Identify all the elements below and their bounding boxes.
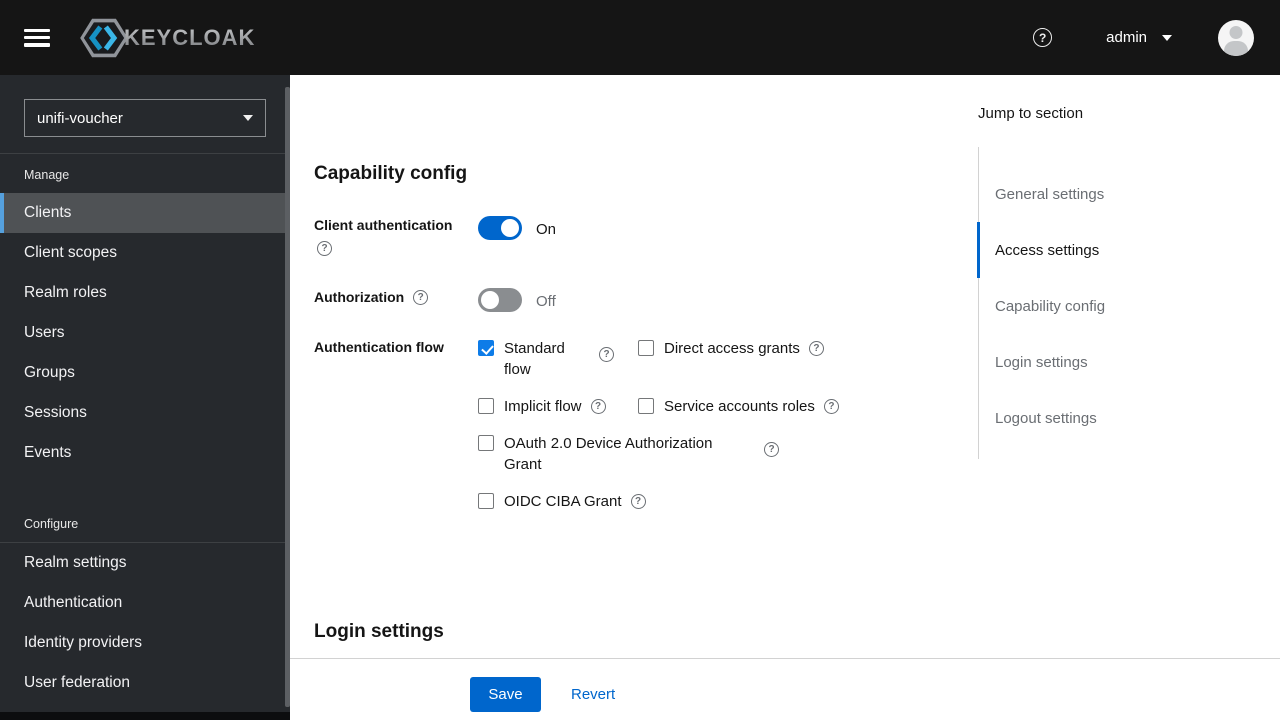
capability-config-heading: Capability config xyxy=(314,163,468,184)
help-icon[interactable]: ? xyxy=(1033,28,1053,47)
jump-item-access-settings[interactable]: Access settings xyxy=(977,222,1278,278)
client-authentication-state: On xyxy=(536,221,557,238)
oidc-ciba-grant-label[interactable]: OIDC CIBA Grant xyxy=(504,491,622,512)
client-authentication-help-icon[interactable]: ? xyxy=(317,241,332,256)
standard-flow-label[interactable]: Standard flow xyxy=(504,338,590,380)
service-accounts-roles-checkbox[interactable] xyxy=(638,398,654,414)
brand-text: KEYCLOAK xyxy=(124,24,256,50)
realm-selector-chevron-down-icon xyxy=(243,115,253,121)
sidebar: unifi-voucher Manage Clients Client scop… xyxy=(0,75,290,712)
sidebar-item-realm-settings[interactable]: Realm settings xyxy=(0,543,285,583)
standard-flow-help-icon[interactable]: ? xyxy=(599,347,614,362)
main-content: Capability config Client authentication … xyxy=(290,75,1280,720)
oidc-ciba-grant-checkbox[interactable] xyxy=(478,493,494,509)
nav-section-configure: Configure xyxy=(24,517,79,531)
implicit-flow-checkbox[interactable] xyxy=(478,398,494,414)
keycloak-logo[interactable]: KEYCLOAK xyxy=(78,16,255,60)
jump-item-general-settings[interactable]: General settings xyxy=(979,166,1278,222)
flow-option-standard-flow: Standard flow ? xyxy=(478,338,638,380)
oauth-device-grant-checkbox[interactable] xyxy=(478,435,494,451)
sidebar-item-sessions[interactable]: Sessions xyxy=(0,393,285,433)
keycloak-hexagon-icon xyxy=(80,18,128,57)
user-menu-chevron-down-icon[interactable] xyxy=(1162,34,1172,41)
implicit-flow-help-icon[interactable]: ? xyxy=(590,399,606,414)
revert-button[interactable]: Revert xyxy=(571,686,615,703)
sidebar-item-identity-providers[interactable]: Identity providers xyxy=(0,623,285,663)
sidebar-item-client-scopes[interactable]: Client scopes xyxy=(0,233,285,273)
flow-option-oidc-ciba-grant: OIDC CIBA Grant ? xyxy=(478,491,839,512)
standard-flow-checkbox[interactable] xyxy=(478,340,494,356)
hamburger-menu-icon[interactable] xyxy=(24,28,50,47)
implicit-flow-label[interactable]: Implicit flow xyxy=(504,396,582,417)
client-authentication-toggle[interactable] xyxy=(478,216,522,240)
authentication-flow-label: Authentication flow xyxy=(314,339,444,355)
sidebar-item-user-federation[interactable]: User federation xyxy=(0,663,285,703)
avatar-head-icon xyxy=(1229,25,1243,39)
direct-access-grants-help-icon[interactable]: ? xyxy=(808,341,824,356)
avatar[interactable] xyxy=(1218,19,1254,56)
service-accounts-roles-help-icon[interactable]: ? xyxy=(823,399,839,414)
jump-to-section-title: Jump to section xyxy=(978,105,1084,122)
oidc-ciba-grant-help-icon[interactable]: ? xyxy=(630,494,646,509)
toggle-knob xyxy=(501,219,519,237)
service-accounts-roles-label[interactable]: Service accounts roles xyxy=(664,396,815,417)
realm-selector-value: unifi-voucher xyxy=(37,109,123,127)
jump-item-logout-settings[interactable]: Logout settings xyxy=(979,390,1278,446)
sidebar-nav: Manage Clients Client scopes Realm roles… xyxy=(0,154,290,703)
masthead: KEYCLOAK ? admin xyxy=(0,0,1280,75)
sidebar-item-clients[interactable]: Clients xyxy=(0,193,285,233)
flow-option-oauth-device-grant: OAuth 2.0 Device Authorization Grant ? xyxy=(478,433,839,475)
toggle-knob xyxy=(481,291,499,309)
authorization-toggle[interactable] xyxy=(478,288,522,312)
sidebar-item-users[interactable]: Users xyxy=(0,313,285,353)
flow-option-direct-access-grants: Direct access grants ? xyxy=(638,338,839,359)
login-settings-heading: Login settings xyxy=(314,621,444,642)
oauth-device-grant-help-icon[interactable]: ? xyxy=(764,442,779,457)
client-authentication-label: Client authentication xyxy=(314,217,453,233)
authorization-label: Authorization xyxy=(314,289,405,305)
authorization-help-icon[interactable]: ? xyxy=(413,289,429,305)
realm-selector[interactable]: unifi-voucher xyxy=(24,99,266,137)
user-menu-username[interactable]: admin xyxy=(1106,29,1147,46)
avatar-body-icon xyxy=(1224,40,1248,56)
jump-item-capability-config[interactable]: Capability config xyxy=(979,278,1278,334)
nav-section-manage: Manage xyxy=(24,168,70,182)
flow-option-implicit-flow: Implicit flow ? xyxy=(478,396,638,417)
direct-access-grants-label[interactable]: Direct access grants xyxy=(664,338,800,359)
save-button[interactable]: Save xyxy=(470,677,541,712)
sidebar-item-realm-roles[interactable]: Realm roles xyxy=(0,273,285,313)
direct-access-grants-checkbox[interactable] xyxy=(638,340,654,356)
jump-to-section-list: General settings Access settings Capabil… xyxy=(977,147,1278,459)
sidebar-bottom-strip xyxy=(0,712,290,720)
sidebar-item-events[interactable]: Events xyxy=(0,433,285,473)
authorization-state: Off xyxy=(536,293,556,310)
action-bar-divider xyxy=(290,658,1280,659)
jump-item-login-settings[interactable]: Login settings xyxy=(979,334,1278,390)
sidebar-item-groups[interactable]: Groups xyxy=(0,353,285,393)
oauth-device-grant-label[interactable]: OAuth 2.0 Device Authorization Grant xyxy=(504,433,736,475)
jump-to-section-nav: Jump to section General settings Access … xyxy=(977,105,1278,459)
sidebar-item-authentication[interactable]: Authentication xyxy=(0,583,285,623)
flow-option-service-accounts-roles: Service accounts roles ? xyxy=(638,396,839,417)
authentication-flow-options: Standard flow ? Direct access grants ? I… xyxy=(478,338,839,512)
